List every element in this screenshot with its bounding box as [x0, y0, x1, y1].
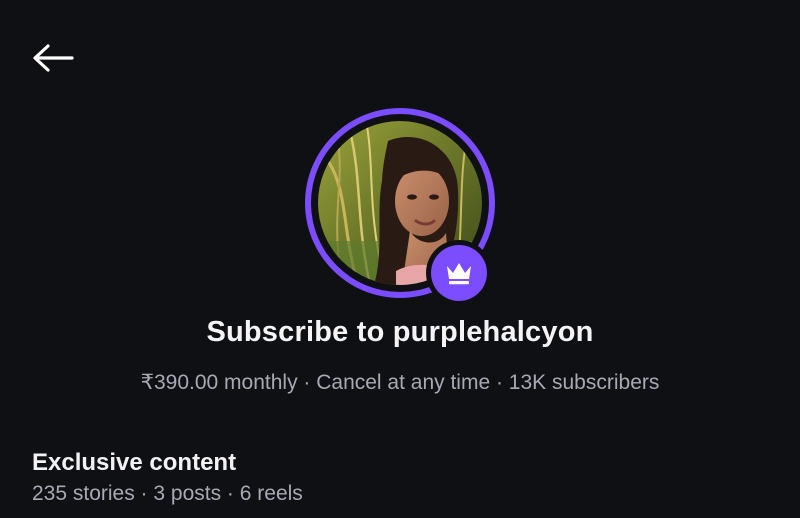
subscribe-screen: Subscribe to purplehalcyon ₹390.00 month… — [0, 0, 800, 518]
subscribe-title: Subscribe to purplehalcyon — [206, 316, 594, 348]
crown-icon — [447, 263, 471, 285]
exclusive-content-title: Exclusive content — [32, 449, 237, 476]
subscription-details: ₹390.00 monthly · Cancel at any time · 1… — [140, 371, 660, 394]
exclusive-content-stats: 235 stories · 3 posts · 6 reels — [32, 482, 303, 505]
back-button[interactable] — [26, 38, 78, 78]
profile-avatar[interactable] — [305, 108, 495, 306]
subscriber-badge — [426, 240, 492, 306]
arrow-left-icon — [33, 44, 74, 72]
